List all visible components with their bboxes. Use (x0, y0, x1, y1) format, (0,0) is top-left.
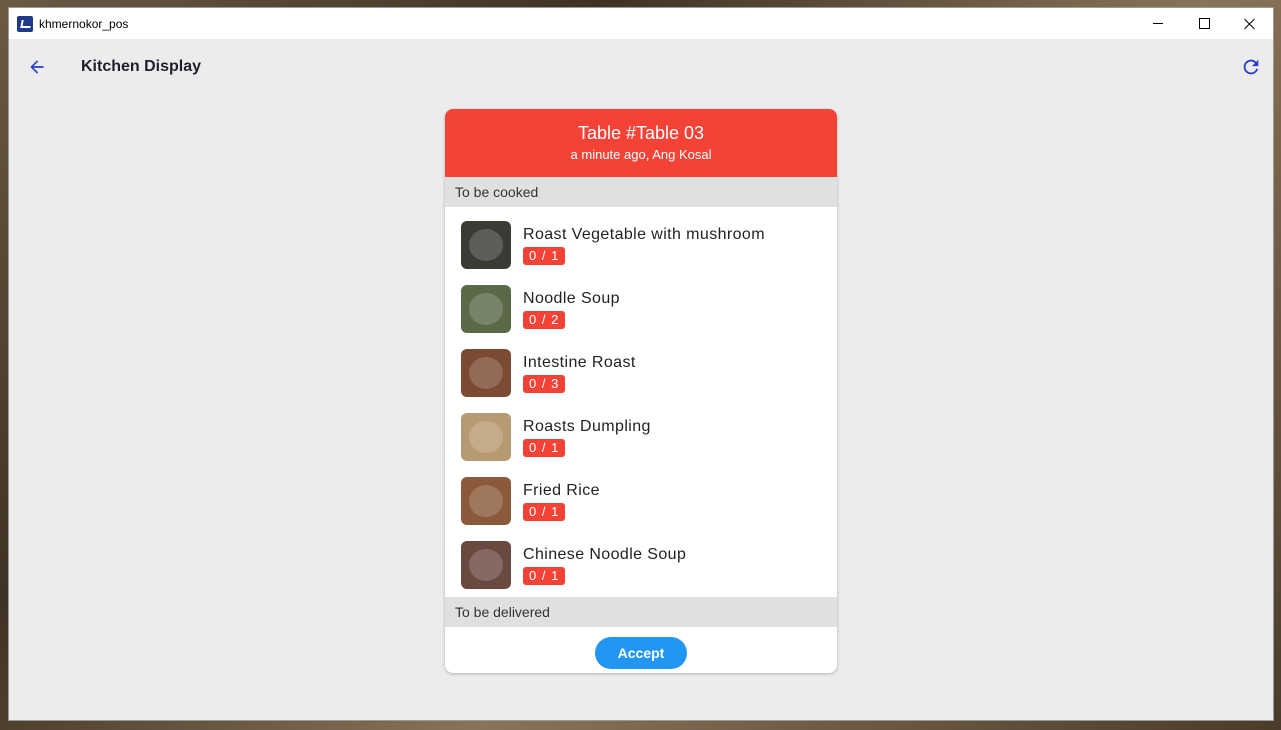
quantity-badge: 0 / 1 (523, 567, 566, 585)
item-name: Roasts Dumpling (523, 418, 651, 435)
app-bar: Kitchen Display (9, 39, 1273, 95)
page-title: Kitchen Display (81, 58, 202, 75)
order-subtitle: a minute ago, Ang Kosal (570, 147, 712, 162)
maximize-button[interactable] (1181, 8, 1227, 39)
quantity-badge: 0 / 3 (523, 375, 566, 393)
food-thumbnail (461, 413, 511, 461)
food-thumbnail (461, 285, 511, 333)
window-controls (1135, 8, 1273, 39)
maximize-icon (1198, 18, 1210, 29)
close-icon (1244, 18, 1256, 30)
minimize-button[interactable] (1135, 8, 1181, 39)
quantity-badge: 0 / 1 (523, 439, 566, 457)
app-logo-icon (17, 15, 33, 32)
quantity-badge: 0 / 1 (523, 503, 566, 521)
order-card: Table #Table 03 a minute ago, Ang Kosal … (445, 109, 837, 673)
list-item[interactable]: Fried Rice 0 / 1 (445, 469, 837, 533)
order-header: Table #Table 03 a minute ago, Ang Kosal (445, 109, 837, 177)
quantity-badge: 0 / 1 (523, 247, 566, 265)
food-thumbnail (461, 541, 511, 589)
arrow-back-icon (30, 60, 44, 74)
item-name: Fried Rice (523, 482, 600, 499)
minimize-icon (1153, 23, 1163, 24)
app-window: khmernokor_pos Kitchen Display Table #Ta… (9, 8, 1273, 720)
refresh-button[interactable] (1231, 47, 1271, 87)
food-thumbnail (461, 349, 511, 397)
list-item[interactable]: Intestine Roast 0 / 3 (445, 341, 837, 405)
title-bar: khmernokor_pos (9, 8, 1273, 39)
close-window-button[interactable] (1227, 8, 1273, 39)
accept-button[interactable]: Accept (595, 637, 687, 669)
item-name: Chinese Noodle Soup (523, 546, 687, 563)
window-title: khmernokor_pos (39, 16, 129, 31)
item-name: Intestine Roast (523, 354, 636, 371)
order-items-list: Roast Vegetable with mushroom 0 / 1 Nood… (445, 207, 837, 597)
list-item[interactable]: Roast Vegetable with mushroom 0 / 1 (445, 213, 837, 277)
to-be-cooked-header: To be cooked (445, 177, 837, 207)
list-item[interactable]: Roasts Dumpling 0 / 1 (445, 405, 837, 469)
quantity-badge: 0 / 2 (523, 311, 566, 329)
food-thumbnail (461, 477, 511, 525)
item-name: Noodle Soup (523, 290, 620, 307)
back-button[interactable] (17, 47, 57, 87)
item-name: Roast Vegetable with mushroom (523, 226, 765, 243)
list-item[interactable]: Noodle Soup 0 / 2 (445, 277, 837, 341)
food-thumbnail (461, 221, 511, 269)
card-footer: Accept (445, 627, 837, 673)
to-be-delivered-header: To be delivered (445, 597, 837, 627)
refresh-icon (1243, 59, 1259, 75)
list-item[interactable]: Chinese Noodle Soup 0 / 1 (445, 533, 837, 597)
table-title: Table #Table 03 (577, 123, 705, 143)
